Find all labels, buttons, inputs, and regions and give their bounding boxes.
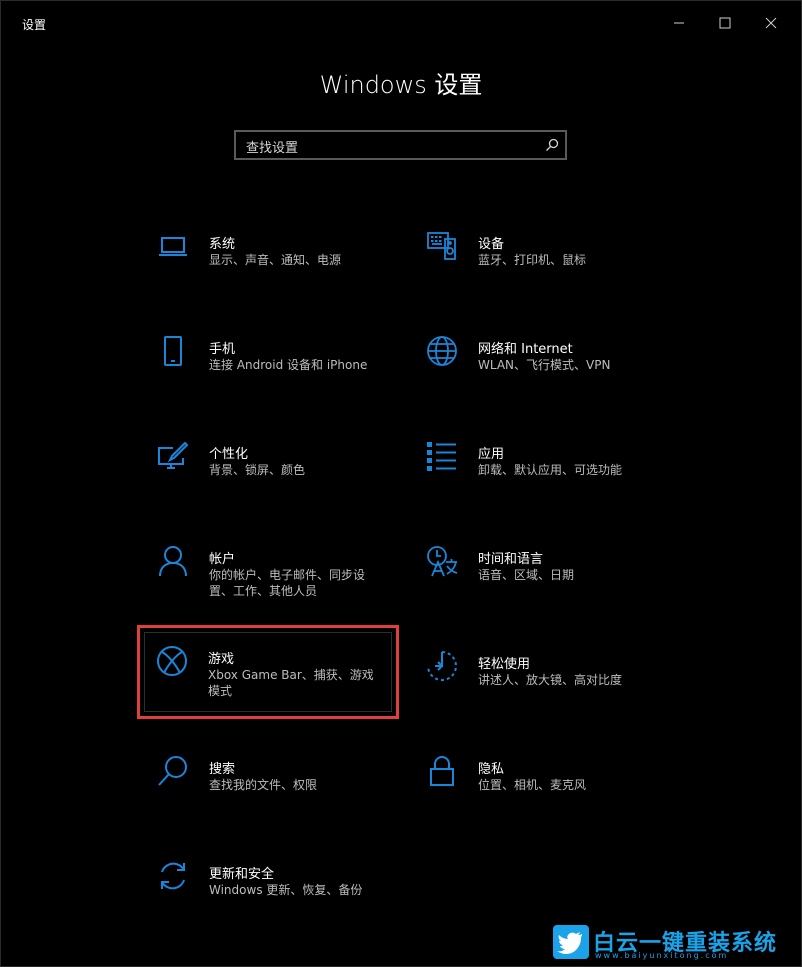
personalization-icon <box>157 440 189 472</box>
ease-of-access-icon <box>426 650 458 682</box>
minimize-icon <box>674 22 684 24</box>
tile-desc: 显示、声音、通知、电源 <box>209 253 342 267</box>
close-icon <box>765 17 777 29</box>
tile-name: 轻松使用 <box>478 657 531 672</box>
tile-devices[interactable]: 设备 蓝牙、打印机、鼠标 <box>410 223 662 303</box>
page-title: Windows 设置 <box>319 71 483 99</box>
tile-name: 时间和语言 <box>478 552 544 567</box>
tile-time-language[interactable]: 时间和语言 语音、区域、日期 <box>410 538 662 618</box>
tile-desc: 你的帐户、电子邮件、同步设置、工作、其他人员 <box>209 568 366 598</box>
tile-name: 游戏 <box>208 652 235 667</box>
tile-desc: Xbox Game Bar、捕获、游戏模式 <box>208 668 374 698</box>
tile-gaming[interactable]: 游戏 Xbox Game Bar、捕获、游戏模式 <box>137 625 399 719</box>
tile-name: 应用 <box>478 447 505 462</box>
tile-desc: 查找我的文件、权限 <box>209 778 318 792</box>
search-icon[interactable] <box>545 138 559 152</box>
tile-name: 搜索 <box>209 762 236 777</box>
time-language-icon <box>426 545 458 577</box>
tile-desc: 卸载、默认应用、可选功能 <box>478 463 623 477</box>
tile-desc: Windows 更新、恢复、备份 <box>209 883 363 897</box>
person-icon <box>157 545 189 577</box>
laptop-icon <box>157 230 189 262</box>
phone-icon <box>157 335 189 367</box>
close-button[interactable] <box>748 7 794 39</box>
tile-desc: 连接 Android 设备和 iPhone <box>209 358 368 372</box>
lock-icon <box>426 755 458 787</box>
tile-name: 个性化 <box>209 447 249 462</box>
watermark: 白云一键重装系统 www.baiyunxitong.com <box>549 919 799 963</box>
tile-apps[interactable]: 应用 卸载、默认应用、可选功能 <box>410 433 662 513</box>
tile-name: 手机 <box>209 342 236 357</box>
search-icon <box>157 755 189 787</box>
tile-update-security[interactable]: 更新和安全 Windows 更新、恢复、备份 <box>141 853 393 933</box>
search-box[interactable]: 查找设置 <box>234 130 567 160</box>
tile-accounts[interactable]: 帐户 你的帐户、电子邮件、同步设置、工作、其他人员 <box>141 538 393 618</box>
tile-system[interactable]: 系统 显示、声音、通知、电源 <box>141 223 393 303</box>
tile-name: 帐户 <box>209 552 236 567</box>
tile-privacy[interactable]: 隐私 位置、相机、麦克风 <box>410 748 662 828</box>
tile-desc: 位置、相机、麦克风 <box>478 778 587 792</box>
tile-search[interactable]: 搜索 查找我的文件、权限 <box>141 748 393 828</box>
maximize-icon <box>719 17 731 29</box>
tile-phone[interactable]: 手机 连接 Android 设备和 iPhone <box>141 328 393 408</box>
globe-icon <box>426 335 458 367</box>
twitter-bird-icon <box>553 925 589 959</box>
sync-icon <box>157 860 189 892</box>
tile-desc: 蓝牙、打印机、鼠标 <box>478 253 587 267</box>
tile-name: 系统 <box>209 237 236 252</box>
tile-desc: WLAN、飞行模式、VPN <box>478 358 611 372</box>
tile-desc: 背景、锁屏、颜色 <box>209 463 306 477</box>
settings-window: 设置 Windows 设置 查找设置 系统 显示、声音、通知、电源 设备 蓝牙、… <box>0 0 802 967</box>
apps-list-icon <box>426 440 458 472</box>
tile-name: 隐私 <box>478 762 505 777</box>
window-title: 设置 <box>22 18 47 32</box>
tile-personalization[interactable]: 个性化 背景、锁屏、颜色 <box>141 433 393 513</box>
search-input[interactable]: 查找设置 <box>246 137 298 156</box>
devices-icon <box>426 230 458 262</box>
tile-name: 设备 <box>478 237 505 252</box>
xbox-icon <box>156 645 188 677</box>
tile-desc: 讲述人、放大镜、高对比度 <box>478 673 623 687</box>
tile-name: 更新和安全 <box>209 867 275 882</box>
minimize-button[interactable] <box>656 7 702 39</box>
tile-ease-of-access[interactable]: 轻松使用 讲述人、放大镜、高对比度 <box>410 643 662 723</box>
watermark-url: www.baiyunxitong.com <box>595 951 729 960</box>
tile-name: 网络和 Internet <box>478 342 573 357</box>
tile-network[interactable]: 网络和 Internet WLAN、飞行模式、VPN <box>410 328 662 408</box>
maximize-button[interactable] <box>702 7 748 39</box>
title-bar[interactable]: 设置 <box>1 1 801 45</box>
tile-desc: 语音、区域、日期 <box>478 568 575 582</box>
